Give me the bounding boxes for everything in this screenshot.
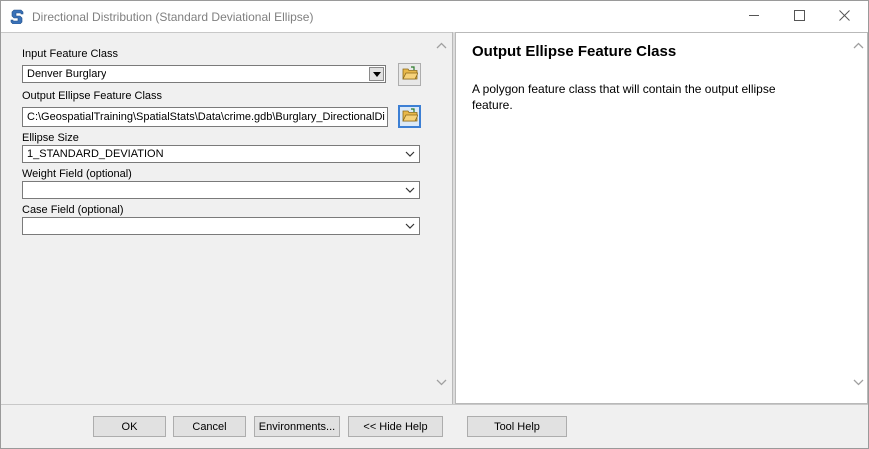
maximize-icon	[794, 9, 805, 24]
open-folder-icon	[401, 108, 419, 125]
close-button[interactable]	[822, 1, 867, 32]
toolbox-script-icon	[10, 8, 26, 25]
chevron-down-icon	[404, 148, 416, 160]
window-title: Directional Distribution (Standard Devia…	[32, 10, 314, 24]
help-description: A polygon feature class that will contai…	[472, 82, 776, 112]
help-title: Output Ellipse Feature Class	[472, 43, 677, 60]
input-feature-class-dropdown[interactable]: Denver Burglary	[22, 65, 386, 83]
ellipse-size-value: 1_STANDARD_DEVIATION	[27, 148, 164, 160]
dialog-window: Directional Distribution (Standard Devia…	[0, 0, 869, 449]
parameters-panel: Input Feature Class Denver Burglary Outp…	[1, 32, 452, 405]
weight-field-dropdown[interactable]	[22, 181, 420, 199]
ellipse-size-label: Ellipse Size	[22, 132, 79, 144]
maximize-button[interactable]	[777, 1, 822, 32]
output-ellipse-input[interactable]: C:\GeospatialTraining\SpatialStats\Data\…	[22, 107, 388, 127]
case-field-dropdown[interactable]	[22, 217, 420, 235]
cancel-button[interactable]: Cancel	[173, 416, 246, 437]
help-scrollbar[interactable]	[850, 33, 867, 405]
dropdown-arrow-icon[interactable]	[369, 67, 384, 81]
ellipse-size-dropdown[interactable]: 1_STANDARD_DEVIATION	[22, 145, 420, 163]
minimize-icon	[749, 10, 760, 24]
close-icon	[839, 9, 850, 24]
input-feature-class-value: Denver Burglary	[27, 68, 107, 80]
chevron-down-icon	[404, 220, 416, 232]
output-ellipse-label: Output Ellipse Feature Class	[22, 90, 163, 102]
scroll-down-icon[interactable]	[433, 374, 450, 391]
scroll-up-icon[interactable]	[433, 37, 450, 54]
environments-button[interactable]: Environments...	[254, 416, 340, 437]
dialog-body: Input Feature Class Denver Burglary Outp…	[1, 32, 868, 404]
hide-help-button[interactable]: << Hide Help	[348, 416, 443, 437]
parameters-scrollbar[interactable]	[433, 33, 450, 405]
scroll-up-icon[interactable]	[850, 37, 867, 54]
open-folder-icon	[401, 66, 419, 83]
case-field-label: Case Field (optional)	[22, 204, 124, 216]
button-bar: OK Cancel Environments... << Hide Help T…	[1, 404, 868, 448]
help-panel: Output Ellipse Feature Class A polygon f…	[455, 32, 868, 404]
input-feature-class-label: Input Feature Class	[22, 48, 118, 60]
output-browse-button[interactable]	[398, 105, 421, 128]
minimize-button[interactable]	[732, 1, 777, 32]
input-browse-button[interactable]	[398, 63, 421, 86]
title-bar[interactable]: Directional Distribution (Standard Devia…	[1, 1, 868, 32]
output-ellipse-value: C:\GeospatialTraining\SpatialStats\Data\…	[27, 111, 385, 123]
weight-field-label: Weight Field (optional)	[22, 168, 132, 180]
scroll-down-icon[interactable]	[850, 374, 867, 391]
ok-button[interactable]: OK	[93, 416, 166, 437]
tool-help-button[interactable]: Tool Help	[467, 416, 567, 437]
chevron-down-icon	[404, 184, 416, 196]
